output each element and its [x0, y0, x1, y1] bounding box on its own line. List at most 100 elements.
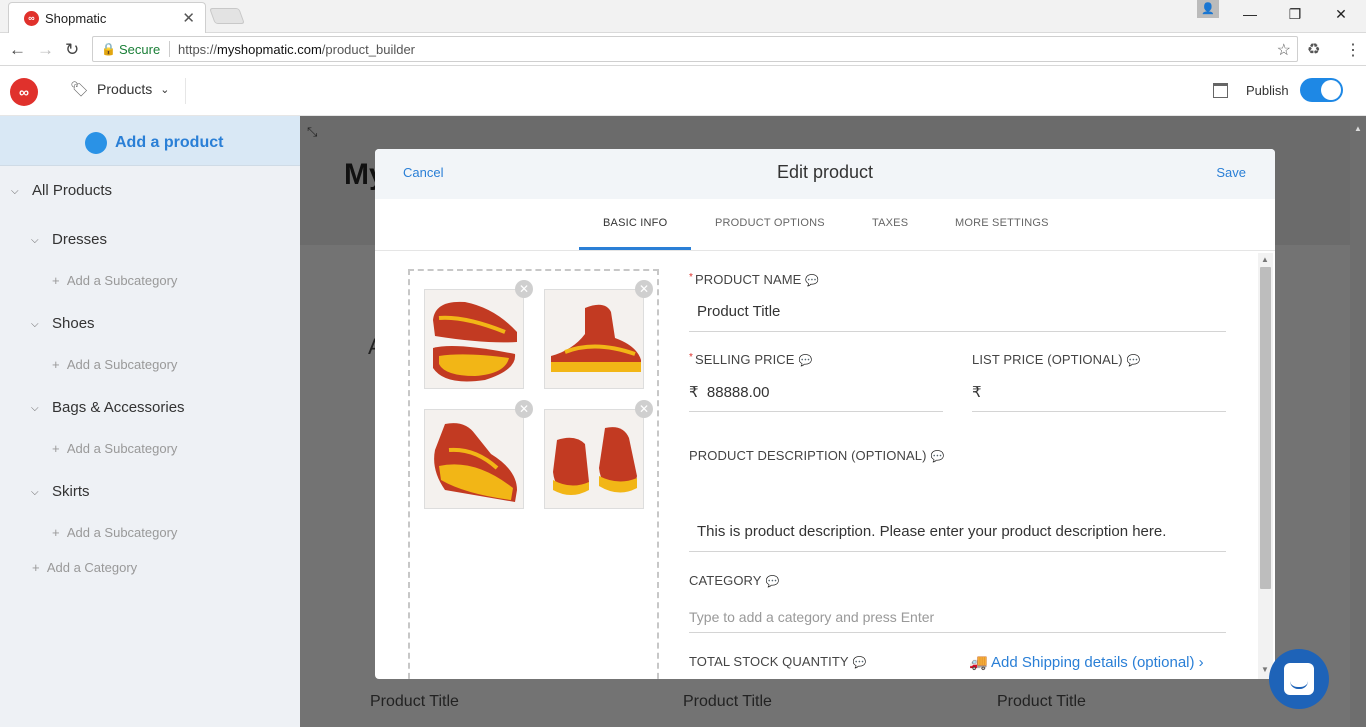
browser-menu-icon[interactable]: ⋮: [1345, 40, 1361, 60]
close-window-icon[interactable]: ✕: [1331, 6, 1351, 23]
products-dropdown[interactable]: 🏷 Products ⌄: [70, 80, 170, 98]
secure-label: Secure: [119, 42, 161, 57]
modal-tabs: BASIC INFO PRODUCT OPTIONS TAXES MORE SE…: [375, 199, 1275, 251]
close-tab-icon[interactable]: ✕: [182, 9, 195, 27]
remove-image-icon[interactable]: ✕: [635, 400, 653, 418]
product-image-thumbnail[interactable]: [544, 409, 644, 509]
description-input[interactable]: This is product description. Please ente…: [697, 523, 1166, 540]
forward-icon[interactable]: →: [37, 40, 54, 60]
category-underline: [689, 632, 1226, 633]
info-comment-icon[interactable]: 💬: [853, 657, 867, 669]
publish-toggle[interactable]: [1300, 78, 1343, 102]
scroll-up-icon[interactable]: ▲: [1261, 255, 1269, 264]
image-upload-area[interactable]: ✕ ✕ ✕ ✕: [408, 269, 659, 679]
chevron-down-icon[interactable]: ⌵: [11, 186, 19, 197]
add-subcategory-link[interactable]: + Add a Subcategory: [52, 525, 177, 540]
remove-image-icon[interactable]: ✕: [515, 280, 533, 298]
user-profile-icon[interactable]: 👤: [1197, 0, 1219, 18]
chat-support-button[interactable]: [1269, 649, 1329, 709]
url-field[interactable]: 🔒 Secure https://myshopmatic.com/product…: [92, 36, 1298, 62]
save-button[interactable]: Save: [1216, 165, 1246, 180]
category-sidebar: Add a product ⌵ All Products ⌵ Dresses +…: [0, 116, 300, 727]
modal-title: Edit product: [776, 162, 874, 182]
bookmark-star-icon[interactable]: ☆: [1277, 40, 1291, 60]
browser-tab[interactable]: ∞ Shopmatic ✕: [8, 2, 206, 33]
edit-product-modal: Cancel Edit product Save BASIC INFO PROD…: [375, 149, 1275, 679]
new-tab-button[interactable]: [209, 8, 245, 24]
sidebar-item-bags-accessories[interactable]: Bags & Accessories: [52, 399, 185, 416]
remove-image-icon[interactable]: ✕: [635, 280, 653, 298]
product-image-thumbnail[interactable]: [544, 289, 644, 389]
add-subcategory-link[interactable]: + Add a Subcategory: [52, 441, 177, 456]
selling-price-label: * SELLING PRICE 💬: [689, 352, 813, 367]
add-product-label: Add a product: [115, 134, 224, 151]
scrollbar-thumb[interactable]: [1260, 267, 1271, 589]
sidebar-item-all-products[interactable]: All Products: [32, 182, 112, 199]
add-subcategory-link[interactable]: + Add a Subcategory: [52, 273, 177, 288]
truck-icon: 🚚: [969, 654, 988, 671]
tab-product-options[interactable]: PRODUCT OPTIONS: [715, 217, 825, 229]
modal-scrollbar[interactable]: ▲ ▼: [1258, 253, 1273, 679]
info-comment-icon[interactable]: 💬: [805, 275, 819, 287]
chevron-down-icon[interactable]: ⌵: [31, 403, 39, 414]
browser-tab-bar: ∞ Shopmatic ✕ 👤 — ❐ ✕: [0, 0, 1366, 33]
list-price-underline: [972, 411, 1226, 412]
lock-icon: 🔒: [101, 42, 116, 56]
list-price-input[interactable]: ₹: [972, 383, 990, 401]
tab-more-settings[interactable]: MORE SETTINGS: [955, 217, 1049, 229]
reload-icon[interactable]: ↻: [65, 40, 79, 60]
extension-recycle-icon[interactable]: ♻: [1307, 40, 1320, 58]
product-image-thumbnail[interactable]: [424, 409, 524, 509]
shopmatic-favicon-icon: ∞: [24, 11, 39, 26]
publish-label: Publish: [1246, 83, 1289, 98]
page-scrollbar[interactable]: ▲: [1350, 116, 1366, 727]
tab-basic-info[interactable]: BASIC INFO: [603, 217, 667, 229]
minimize-icon[interactable]: —: [1240, 6, 1260, 22]
add-subcategory-link[interactable]: + Add a Subcategory: [52, 357, 177, 372]
selling-price-underline: [689, 411, 943, 412]
info-comment-icon[interactable]: 💬: [1127, 355, 1141, 367]
url-host: myshopmatic.com: [217, 42, 322, 57]
background-product-title: Product Title: [997, 693, 1086, 710]
remove-image-icon[interactable]: ✕: [515, 400, 533, 418]
sidebar-item-skirts[interactable]: Skirts: [52, 483, 90, 500]
info-comment-icon[interactable]: 💬: [931, 451, 945, 463]
preview-window-icon[interactable]: [1213, 83, 1228, 98]
add-product-button[interactable]: Add a product: [0, 116, 300, 166]
sidebar-item-dresses[interactable]: Dresses: [52, 231, 107, 248]
info-comment-icon[interactable]: 💬: [799, 355, 813, 367]
category-input[interactable]: Type to add a category and press Enter: [689, 609, 934, 625]
url-scheme: https://: [178, 42, 218, 57]
info-comment-icon[interactable]: 💬: [766, 576, 780, 588]
scroll-down-icon[interactable]: ▼: [1261, 665, 1269, 674]
chevron-down-icon[interactable]: ⌵: [31, 319, 39, 330]
shopmatic-logo[interactable]: ∞: [10, 78, 38, 106]
rupee-symbol: ₹: [689, 384, 699, 401]
add-product-icon: [85, 132, 107, 154]
chevron-down-icon: ⌄: [160, 83, 170, 96]
scroll-up-icon[interactable]: ▲: [1354, 124, 1362, 134]
selling-price-input[interactable]: ₹ 88888.00: [689, 383, 769, 401]
url-text: https://myshopmatic.com/product_builder: [178, 42, 415, 57]
header-divider: [185, 78, 186, 104]
product-name-label: * PRODUCT NAME 💬: [689, 272, 820, 287]
app-header: ∞ 🏷 Products ⌄ Publish: [0, 66, 1366, 116]
description-label: PRODUCT DESCRIPTION (OPTIONAL) 💬: [689, 448, 945, 463]
list-price-label: LIST PRICE (OPTIONAL) 💬: [972, 352, 1141, 367]
rupee-symbol: ₹: [972, 384, 982, 401]
tab-taxes[interactable]: TAXES: [872, 217, 908, 229]
product-image-thumbnail[interactable]: [424, 289, 524, 389]
product-name-input[interactable]: Product Title: [697, 303, 780, 320]
expand-icon[interactable]: ⤡: [307, 124, 317, 140]
restore-icon[interactable]: ❐: [1285, 6, 1305, 23]
shoe-angle-image: [434, 423, 517, 502]
back-icon[interactable]: ←: [9, 40, 26, 60]
products-dropdown-label: Products: [97, 81, 153, 97]
add-category-link[interactable]: + Add a Category: [32, 560, 137, 575]
url-path: /product_builder: [321, 42, 416, 57]
selling-price-value: 88888.00: [706, 384, 770, 401]
chevron-down-icon[interactable]: ⌵: [31, 487, 39, 498]
add-shipping-details-link[interactable]: 🚚 Add Shipping details (optional) ›: [969, 653, 1204, 671]
sidebar-item-shoes[interactable]: Shoes: [52, 315, 95, 332]
chevron-down-icon[interactable]: ⌵: [31, 235, 39, 246]
